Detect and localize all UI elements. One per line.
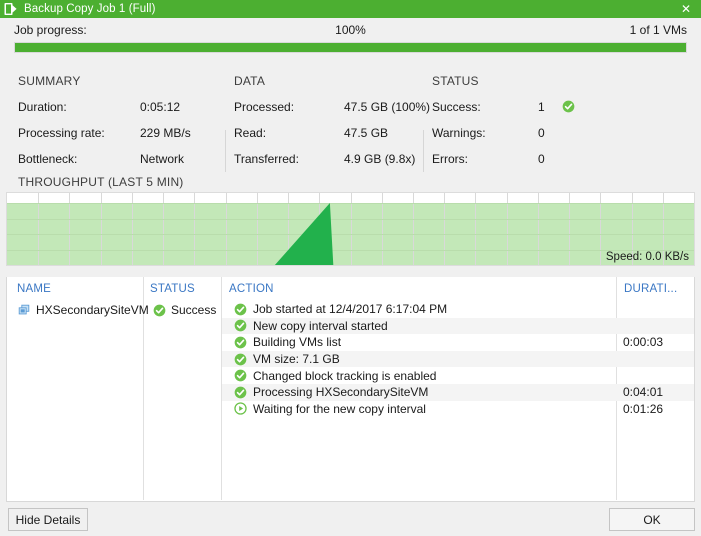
in-progress-play-icon bbox=[234, 402, 247, 416]
action-row[interactable]: Waiting for the new copy interval 0:01:26 bbox=[222, 401, 694, 418]
label: Read: bbox=[234, 126, 267, 140]
value: 229 MB/s bbox=[140, 126, 191, 140]
action-text: VM size: 7.1 GB bbox=[253, 352, 340, 367]
success-check-icon bbox=[234, 369, 247, 382]
action-duration: 0:04:01 bbox=[623, 385, 664, 400]
action-row[interactable]: Job started at 12/4/2017 6:17:04 PM bbox=[222, 301, 694, 318]
action-row[interactable]: VM size: 7.1 GB bbox=[222, 350, 694, 368]
hide-details-button[interactable]: Hide Details bbox=[8, 508, 88, 531]
label: Processed: bbox=[234, 100, 295, 114]
vm-icon bbox=[18, 304, 30, 315]
value: 0 bbox=[538, 152, 545, 166]
title-bar: Backup Copy Job 1 (Full) ✕ bbox=[0, 0, 701, 18]
window-title: Backup Copy Job 1 (Full) bbox=[24, 3, 156, 15]
success-check-icon bbox=[234, 320, 247, 332]
action-text: Processing HXSecondarySiteVM bbox=[253, 385, 429, 400]
success-check-icon bbox=[234, 336, 247, 349]
success-check-icon bbox=[234, 303, 247, 316]
value: 0:05:12 bbox=[140, 100, 181, 114]
status-row-warnings: Warnings: 0 bbox=[432, 126, 632, 152]
summary-row-duration: Duration: 0:05:12 bbox=[18, 100, 226, 126]
close-icon[interactable]: ✕ bbox=[671, 0, 701, 18]
value: Network bbox=[140, 152, 185, 166]
progress-percent: 100% bbox=[335, 23, 366, 37]
column-header-name[interactable]: NAME bbox=[17, 283, 51, 295]
job-progress-section: Job progress: 100% 1 of 1 VMs bbox=[0, 18, 701, 62]
ok-button[interactable]: OK bbox=[609, 508, 695, 531]
vm-name-cell[interactable]: HXSecondarySiteVM bbox=[17, 303, 149, 317]
action-text: Waiting for the new copy interval bbox=[253, 401, 426, 416]
throughput-heading: THROUGHPUT (LAST 5 MIN) bbox=[18, 175, 184, 189]
progress-bar-fill bbox=[15, 43, 686, 52]
value: 47.5 GB (100%) bbox=[344, 100, 431, 114]
status-heading: STATUS bbox=[432, 74, 479, 88]
column-header-duration[interactable]: DURATI... bbox=[624, 283, 677, 295]
action-row[interactable]: Building VMs list 0:00:03 bbox=[222, 334, 694, 351]
data-column: DATA Processed: 47.5 GB (100%) Read: 47.… bbox=[234, 74, 430, 166]
label: Warnings: bbox=[432, 126, 486, 140]
action-text: Changed block tracking is enabled bbox=[253, 368, 437, 383]
label: Success: bbox=[432, 100, 481, 114]
success-check-icon bbox=[234, 386, 247, 399]
throughput-section: THROUGHPUT (LAST 5 MIN) Speed: 0.0 KB/s bbox=[0, 172, 701, 272]
backup-copy-job-dialog: Backup Copy Job 1 (Full) ✕ Job progress:… bbox=[0, 0, 701, 536]
action-text: New copy interval started bbox=[253, 318, 388, 333]
progress-bar bbox=[14, 42, 687, 53]
status-column: STATUS Success: 1 Warnings: 0 Errors: 0 bbox=[432, 74, 632, 166]
action-duration: 0:00:03 bbox=[623, 335, 664, 350]
vm-status-cell: Success bbox=[153, 303, 216, 317]
status-row-success: Success: 1 bbox=[432, 100, 632, 126]
action-row[interactable]: New copy interval started bbox=[222, 317, 694, 335]
success-check-icon bbox=[234, 353, 247, 365]
label: Duration: bbox=[18, 100, 67, 114]
action-duration: 0:01:26 bbox=[623, 401, 664, 416]
summary-heading: SUMMARY bbox=[18, 74, 81, 88]
chart-speed-label: Speed: 0.0 KB/s bbox=[605, 251, 689, 263]
value: 1 bbox=[538, 100, 545, 114]
label: Errors: bbox=[432, 152, 468, 166]
vm-name-text: HXSecondarySiteVM bbox=[36, 303, 149, 317]
action-row[interactable]: Processing HXSecondarySiteVM 0:04:01 bbox=[222, 383, 694, 401]
action-text: Building VMs list bbox=[253, 335, 342, 350]
success-check-icon bbox=[562, 100, 575, 113]
throughput-chart-svg bbox=[7, 193, 694, 265]
data-row-read: Read: 47.5 GB bbox=[234, 126, 426, 152]
column-header-status[interactable]: STATUS bbox=[150, 283, 195, 295]
data-heading: DATA bbox=[234, 74, 266, 88]
data-row-processed: Processed: 47.5 GB (100%) bbox=[234, 100, 430, 126]
column-header-action[interactable]: ACTION bbox=[229, 283, 274, 295]
success-check-icon bbox=[153, 304, 166, 316]
summary-strip: SUMMARY Duration: 0:05:12 Processing rat… bbox=[0, 62, 701, 236]
action-row[interactable]: Changed block tracking is enabled bbox=[222, 367, 694, 384]
details-header-row: NAME STATUS ACTION DURATI... bbox=[7, 277, 694, 299]
backup-job-icon bbox=[4, 3, 17, 15]
label: Transferred: bbox=[234, 152, 299, 166]
vm-status-text: Success bbox=[171, 303, 217, 317]
progress-vm-count: 1 of 1 VMs bbox=[629, 23, 687, 37]
label: Bottleneck: bbox=[18, 152, 78, 166]
summary-row-processing-rate: Processing rate: 229 MB/s bbox=[18, 126, 226, 152]
summary-column: SUMMARY Duration: 0:05:12 Processing rat… bbox=[18, 74, 226, 166]
value: 4.9 GB (9.8x) bbox=[344, 152, 416, 166]
action-rows: Job started at 12/4/2017 6:17:04 PM New c… bbox=[222, 301, 694, 418]
value: 0 bbox=[538, 126, 545, 140]
dialog-footer: Hide Details OK bbox=[0, 502, 701, 536]
label: Processing rate: bbox=[18, 126, 105, 140]
throughput-chart: Speed: 0.0 KB/s bbox=[6, 192, 695, 266]
details-list: NAME STATUS ACTION DURATI... HXSecondary… bbox=[6, 277, 695, 502]
value: 47.5 GB bbox=[344, 126, 389, 140]
action-text: Job started at 12/4/2017 6:17:04 PM bbox=[253, 302, 448, 317]
progress-labels: Job progress: 100% 1 of 1 VMs bbox=[14, 23, 687, 39]
